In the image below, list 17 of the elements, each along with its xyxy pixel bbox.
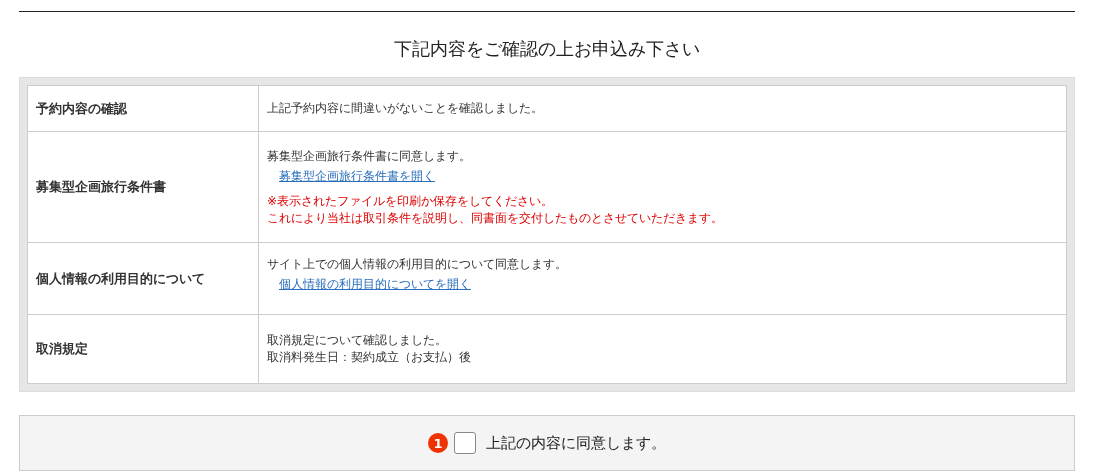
description-text: 取消規定について確認しました。 (267, 332, 448, 349)
description-text: 上記予約内容に間違いがないことを確認しました。 (267, 100, 544, 117)
notice-text: これにより当社は取引条件を説明し、同書面を交付したものとさせていただきます。 (267, 209, 724, 227)
row-label: 予約内容の確認 (27, 85, 259, 132)
agree-checkbox[interactable] (454, 432, 476, 454)
detail-text: 取消料発生日：契約成立（お支払）後 (267, 349, 472, 366)
document-link[interactable]: 募集型企画旅行条件書を開く (279, 167, 435, 185)
description-text: サイト上での個人情報の利用目的について同意します。 (267, 256, 568, 273)
notice-text: ※表示されたファイルを印刷か保存をしてください。 (267, 192, 555, 210)
row-label: 個人情報の利用目的について (27, 242, 259, 315)
row-label: 取消規定 (27, 314, 259, 384)
row-label: 募集型企画旅行条件書 (27, 131, 259, 243)
description-text: 募集型企画旅行条件書に同意します。 (267, 147, 472, 165)
page-heading: 下記内容をご確認の上お申込み下さい (393, 37, 701, 61)
agree-label: 上記の内容に同意します。 (486, 433, 666, 453)
document-link[interactable]: 個人情報の利用目的についてを開く (279, 276, 471, 293)
step-badge: 1 (428, 433, 448, 453)
